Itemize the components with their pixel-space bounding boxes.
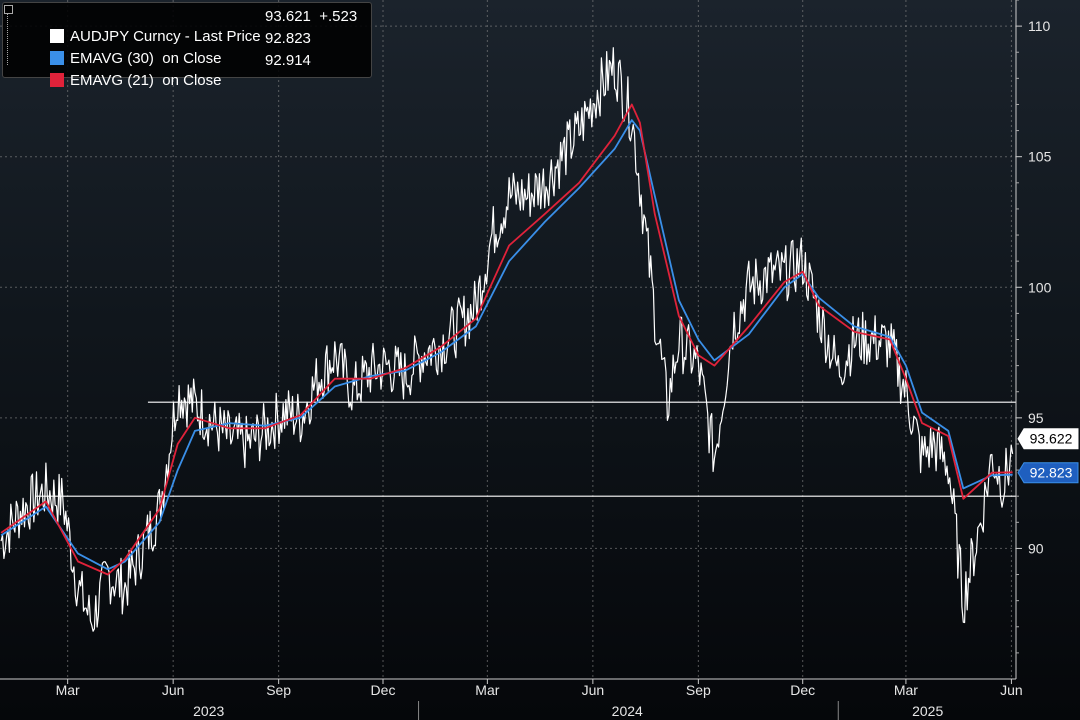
ema30-series-line (0, 119, 1013, 571)
legend-ema30-value: 92.823 (265, 30, 311, 47)
x-tick-label: Jun (582, 682, 605, 698)
collapse-icon[interactable] (4, 5, 13, 14)
y-tick-label: 95 (1028, 410, 1044, 426)
year-label: 2023 (193, 703, 224, 719)
price-chart: 90 95 100 105 110 Mar Jun Sep Dec Mar Jun Sep Dec Mar… (0, 0, 1079, 720)
y-tick-label: 100 (1028, 279, 1052, 295)
legend-row-ema21: EMAVG (21) on Close (25, 51, 221, 89)
y-tick-label: 90 (1028, 540, 1044, 556)
axis-layer: 90 95 100 105 110 Mar Jun Sep Dec Mar Jun Sep Dec Mar… (0, 0, 1079, 720)
x-tick-label: Mar (56, 682, 80, 698)
x-tick-label: Dec (790, 682, 815, 698)
x-tick-label: Sep (266, 682, 291, 698)
series-layer (0, 47, 1014, 632)
legend-price-value: 93.621 (265, 8, 311, 25)
ema30-tag-text: 92.823 (1030, 465, 1073, 481)
year-label: 2025 (912, 703, 943, 719)
price-series-line (0, 47, 1014, 632)
legend-price-change: +.523 (319, 8, 358, 25)
chart-stage: 90 95 100 105 110 Mar Jun Sep Dec Mar Jun Sep Dec Mar… (0, 0, 1080, 720)
last-price-tag-text: 93.622 (1030, 431, 1073, 447)
last-price-tag: 93.622 (1017, 428, 1079, 450)
legend-ema21-value-row: 92.914 (265, 51, 311, 71)
x-tick-label: Sep (686, 682, 711, 698)
legend-ema21-label: EMAVG (21) on Close (70, 72, 222, 89)
year-label: 2024 (612, 703, 643, 719)
ema21-swatch-icon (50, 73, 65, 87)
legend-row-price: AUDJPY Curncy - Last Price (25, 7, 261, 45)
legend-tree-line (4, 5, 14, 65)
legend-row-ema30: EMAVG (30) on Close (25, 29, 221, 67)
legend-ema30-value-row: 92.823 (265, 29, 311, 49)
x-tick-label: Jun (162, 682, 185, 698)
y-tick-label: 105 (1028, 149, 1052, 165)
legend-ema21-value: 92.914 (265, 52, 311, 69)
ema21-series-line (0, 103, 1013, 576)
x-tick-label: Mar (894, 682, 918, 698)
x-tick-label: Mar (475, 682, 499, 698)
x-tick-label: Dec (371, 682, 396, 698)
ema30-tag: 92.823 (1017, 462, 1079, 484)
legend-price-value-row: 93.621 +.523 (265, 7, 357, 27)
y-tick-label: 110 (1028, 18, 1051, 34)
x-tick-label: Jun (1000, 682, 1023, 698)
legend: AUDJPY Curncy - Last Price 93.621 +.523 … (2, 2, 372, 89)
